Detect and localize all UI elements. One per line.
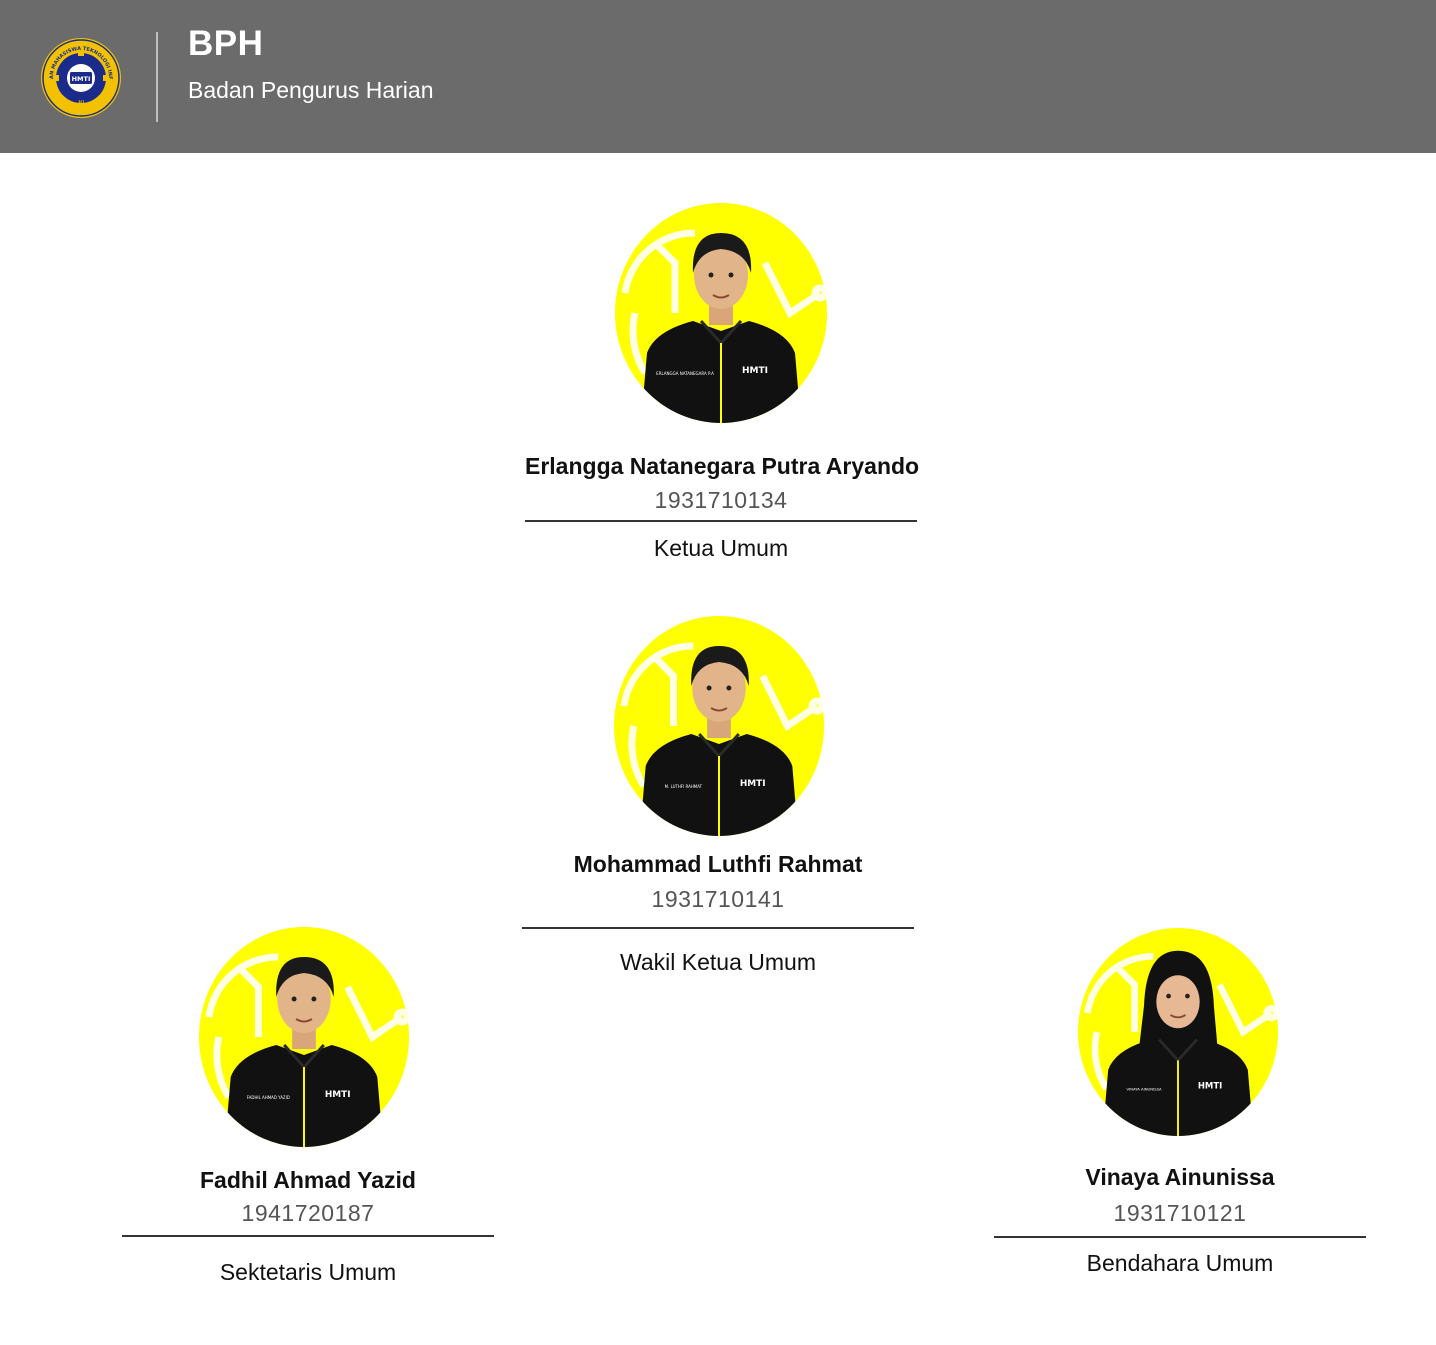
shirt-name-tag: VINAYA AINUNISSA — [1126, 1088, 1162, 1092]
member-name: Vinaya Ainunissa — [1085, 1164, 1275, 1190]
member-card-wakil-ketua: HMTI M. LUTHFI RAHMAT Mohammad Luthfi Rah… — [522, 616, 914, 986]
member-nim: 1931710134 — [654, 487, 788, 513]
member-divider — [522, 927, 914, 929]
shirt-name-tag: M. LUTHFI RAHMAT — [665, 784, 703, 789]
shirt-label: HMTI — [1198, 1082, 1222, 1092]
person-eye — [311, 996, 317, 1002]
person-eye — [706, 685, 712, 691]
member-divider — [994, 1236, 1366, 1238]
member-name: Mohammad Luthfi Rahmat — [573, 851, 863, 877]
member-nim: 1931710121 — [1113, 1200, 1247, 1226]
shirt-label: HMTI — [325, 1090, 351, 1100]
member-card-sekretaris: HMTI FADHIL AHMAD YAZID Fadhil Ahmad Yazi… — [122, 927, 494, 1297]
logo-center-text: HMTI — [72, 75, 91, 83]
page-header: HMTI HIMPUNAN MAHASISWA TEKNOLOGI INFORM… — [0, 0, 1436, 153]
shirt-label: HMTI — [742, 366, 768, 376]
member-role: Bendahara Umum — [1086, 1250, 1274, 1276]
member-role: Ketua Umum — [653, 535, 789, 561]
member-divider — [122, 1235, 494, 1237]
shirt-name-tag: ERLANGGA NATANEGARA P.A — [656, 371, 714, 376]
member-nim: 1941720187 — [241, 1200, 375, 1226]
member-role: Wakil Ketua Umum — [620, 949, 816, 975]
person-eye — [728, 272, 734, 278]
page-subtitle: Badan Pengurus Harian — [188, 77, 434, 103]
member-divider — [525, 520, 917, 522]
member-nim: 1931710141 — [651, 886, 785, 912]
member-photo: HMTI M. LUTHFI RAHMAT — [614, 616, 824, 836]
person-face-inner — [1156, 975, 1200, 1029]
member-card-ketua: HMTI ERLANGGA NATANEGARA P.A Erlangga Nat… — [525, 203, 920, 573]
member-card-bendahara: HMTI VINAYA AINUNISSA Vinaya Ainunissa 19… — [994, 928, 1366, 1298]
member-name: Fadhil Ahmad Yazid — [200, 1167, 416, 1193]
page-title: BPH — [188, 24, 264, 63]
member-name: Erlangga Natanegara Putra Aryando — [525, 453, 920, 479]
person-eye — [708, 272, 714, 278]
person-eye — [1166, 993, 1171, 999]
person-eye — [726, 685, 732, 691]
header-divider — [156, 32, 158, 122]
member-photo: HMTI FADHIL AHMAD YAZID — [199, 927, 409, 1147]
person-eye — [1185, 993, 1190, 999]
hmti-logo-icon[interactable]: HMTI HIMPUNAN MAHASISWA TEKNOLOGI INFORM… — [38, 33, 122, 119]
shirt-name-tag: FADHIL AHMAD YAZID — [247, 1095, 290, 1100]
member-role: Sektetaris Umum — [219, 1259, 397, 1285]
shirt-label: HMTI — [740, 779, 766, 789]
member-photo: HMTI VINAYA AINUNISSA — [1078, 928, 1278, 1136]
member-photo: HMTI ERLANGGA NATANEGARA P.A — [615, 203, 827, 423]
person-eye — [291, 996, 297, 1002]
